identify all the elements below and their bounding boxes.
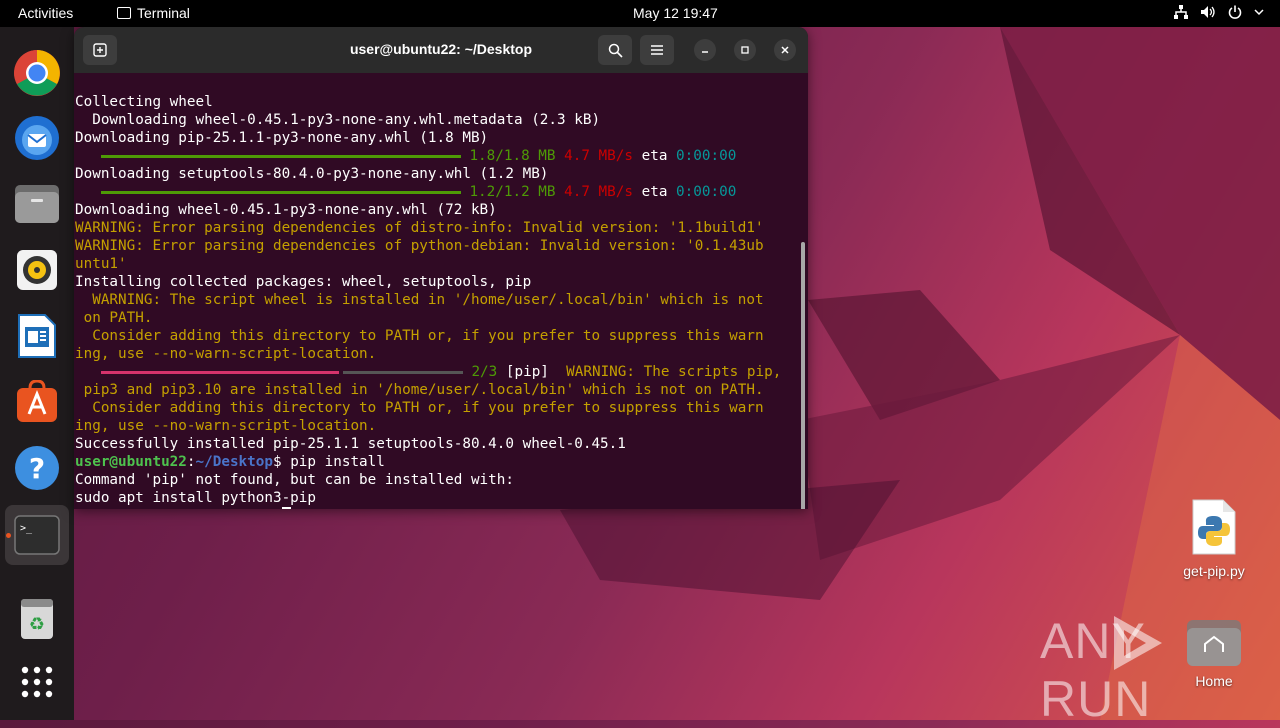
prompt-path: ~/Desktop bbox=[196, 508, 273, 509]
terminal-output[interactable]: Collecting wheel Downloading wheel-0.45.… bbox=[74, 75, 801, 509]
eta-label: eta bbox=[641, 184, 668, 200]
output-line: Downloading wheel-0.45.1-py3-none-any.wh… bbox=[75, 202, 497, 218]
warning-line: ing, use --no-warn-script-location. bbox=[75, 418, 377, 434]
progress-line: 2/3 [pip] WARNING: The scripts pip, bbox=[75, 363, 801, 381]
warning-line: WARNING: Error parsing dependencies of p… bbox=[75, 238, 764, 254]
svg-text:?: ? bbox=[29, 452, 45, 485]
prompt-colon: : bbox=[187, 508, 196, 509]
clock[interactable]: May 12 19:47 bbox=[633, 5, 718, 21]
files-icon[interactable] bbox=[12, 179, 62, 229]
output-line: Downloading setuptools-80.4.0-py3-none-a… bbox=[75, 166, 549, 182]
warning-line: ing, use --no-warn-script-location. bbox=[75, 346, 377, 362]
warning-line: Consider adding this directory to PATH o… bbox=[75, 400, 764, 416]
prompt-user: user@ubuntu22 bbox=[75, 454, 187, 470]
hamburger-icon bbox=[651, 45, 663, 55]
show-apps-icon[interactable] bbox=[12, 657, 62, 707]
volume-icon bbox=[1201, 6, 1215, 18]
output-line: Successfully installed pip-25.1.1 setupt… bbox=[75, 436, 626, 452]
power-icon bbox=[1228, 5, 1242, 19]
search-button[interactable] bbox=[598, 35, 632, 65]
svg-text:>_: >_ bbox=[20, 523, 33, 534]
command-text: pip install bbox=[281, 454, 385, 470]
app-menu[interactable]: Terminal bbox=[117, 5, 190, 21]
progress-package: [pip] bbox=[505, 364, 549, 380]
maximize-icon bbox=[741, 46, 749, 54]
progress-count: 2/3 bbox=[471, 364, 498, 380]
progress-eta: 0:00:00 bbox=[676, 184, 737, 200]
progress-size: 1.2/1.2 MB bbox=[469, 184, 556, 200]
prompt-user: user@ubuntu22 bbox=[75, 508, 187, 509]
text-cursor[interactable] bbox=[281, 507, 291, 509]
terminal-header[interactable]: user@ubuntu22: ~/Desktop bbox=[74, 27, 808, 73]
help-icon[interactable]: ? bbox=[12, 443, 62, 493]
watermark-play-icon bbox=[1114, 616, 1162, 670]
network-icon bbox=[1174, 5, 1188, 19]
output-line: Installing collected packages: wheel, se… bbox=[75, 274, 532, 290]
close-button[interactable] bbox=[774, 39, 796, 61]
progress-bar-done bbox=[100, 370, 339, 374]
app-center-icon[interactable] bbox=[12, 377, 62, 427]
output-line: Downloading wheel-0.45.1-py3-none-any.wh… bbox=[75, 112, 601, 128]
desktop-file-get-pip[interactable]: get-pip.py bbox=[1172, 498, 1256, 579]
warning-line: WARNING: Error parsing dependencies of d… bbox=[75, 220, 764, 236]
progress-speed: 4.7 MB/s bbox=[564, 148, 633, 164]
libreoffice-writer-icon[interactable] bbox=[12, 311, 62, 361]
eta-label: eta bbox=[641, 148, 668, 164]
progress-bar bbox=[100, 190, 461, 194]
thunderbird-icon[interactable] bbox=[12, 113, 62, 163]
progress-line: 1.8/1.8 MB 4.7 MB/s eta 0:00:00 bbox=[75, 147, 801, 165]
progress-bar bbox=[100, 154, 461, 158]
warning-line: untu1' bbox=[75, 256, 127, 272]
chrome-icon[interactable] bbox=[12, 48, 62, 98]
progress-speed: 4.7 MB/s bbox=[564, 184, 633, 200]
warning-line: WARNING: The script wheel is installed i… bbox=[75, 292, 764, 308]
prompt-path: ~/Desktop bbox=[195, 454, 273, 470]
running-indicator bbox=[6, 533, 11, 538]
chevron-down-icon bbox=[1254, 9, 1264, 16]
rhythmbox-icon[interactable] bbox=[12, 245, 62, 295]
close-icon bbox=[781, 46, 789, 54]
scrollbar[interactable] bbox=[801, 242, 805, 509]
watermark: ANY RUN bbox=[1040, 612, 1280, 728]
warning-text: WARNING: The scripts pip, bbox=[548, 364, 782, 380]
trash-icon[interactable]: ♻ bbox=[12, 593, 62, 643]
output-line: sudo apt install python3-pip bbox=[75, 490, 317, 506]
minimize-button[interactable] bbox=[694, 39, 716, 61]
terminal-app-icon bbox=[117, 7, 131, 19]
search-icon bbox=[608, 43, 623, 58]
prompt-line[interactable]: user@ubuntu22:~/Desktop$ bbox=[75, 507, 801, 509]
progress-bar-remaining bbox=[342, 370, 463, 374]
prompt-colon: : bbox=[186, 454, 196, 470]
terminal-window[interactable]: user@ubuntu22: ~/Desktop Collecting whee… bbox=[74, 27, 808, 509]
svg-text:♻: ♻ bbox=[29, 614, 45, 635]
system-tray[interactable] bbox=[1174, 5, 1264, 19]
menu-button[interactable] bbox=[640, 35, 674, 65]
warning-line: on PATH. bbox=[75, 310, 153, 326]
prompt-line: user@ubuntu22:~/Desktop$ pip install bbox=[75, 453, 801, 471]
activities-button[interactable]: Activities bbox=[18, 5, 73, 21]
output-line: Collecting wheel bbox=[75, 94, 213, 110]
desktop-file-label: get-pip.py bbox=[1183, 563, 1245, 579]
warning-line: pip3 and pip3.10 are installed in '/home… bbox=[75, 382, 764, 398]
top-bar: Activities Terminal May 12 19:47 bbox=[0, 0, 1280, 27]
output-line: Command 'pip' not found, but can be inst… bbox=[75, 472, 514, 488]
warning-line: Consider adding this directory to PATH o… bbox=[75, 328, 764, 344]
prompt-dollar: $ bbox=[273, 508, 282, 509]
progress-line: 1.2/1.2 MB 4.7 MB/s eta 0:00:00 bbox=[75, 183, 801, 201]
output-line: Downloading pip-25.1.1-py3-none-any.whl … bbox=[75, 130, 489, 146]
python-file-icon bbox=[1192, 499, 1236, 555]
progress-eta: 0:00:00 bbox=[676, 148, 737, 164]
maximize-button[interactable] bbox=[734, 39, 756, 61]
prompt-dollar: $ bbox=[272, 454, 282, 470]
progress-size: 1.8/1.8 MB bbox=[469, 148, 556, 164]
terminal-icon[interactable]: >_ bbox=[12, 510, 62, 560]
app-menu-label: Terminal bbox=[137, 5, 190, 21]
dock: ? >_ ♻ bbox=[0, 27, 74, 720]
minimize-icon bbox=[702, 51, 708, 53]
